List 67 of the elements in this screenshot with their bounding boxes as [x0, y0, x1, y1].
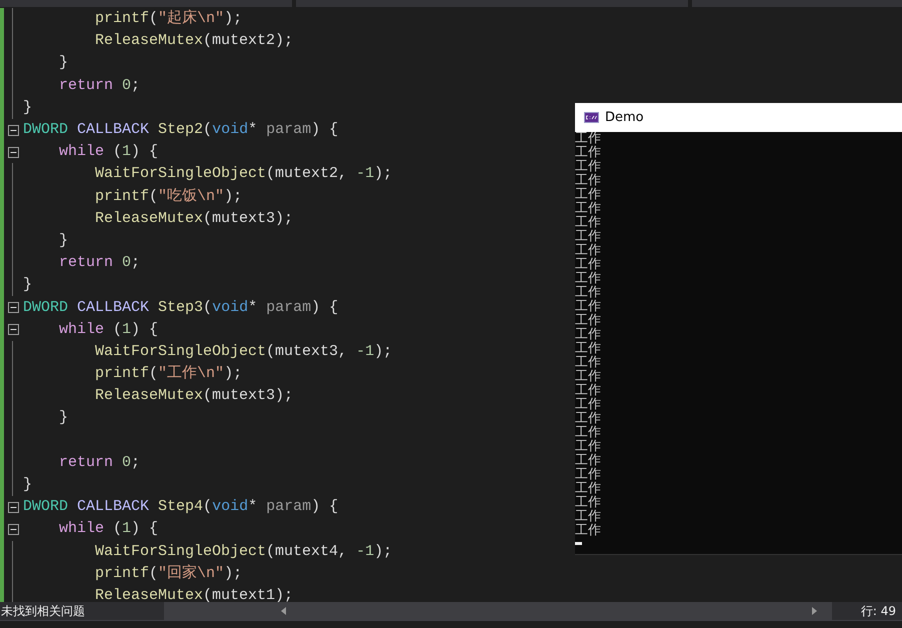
- console-line: 工作: [575, 454, 602, 468]
- code-line: WaitForSingleObject(mutext3, -1);: [94, 342, 392, 362]
- horizontal-scrollbar[interactable]: [164, 602, 832, 620]
- code-line: WaitForSingleObject(mutext4, -1);: [94, 542, 392, 562]
- code-line: ReleaseMutex(mutext1);: [94, 586, 294, 602]
- console-line: 工作: [575, 524, 602, 538]
- console-line: 工作: [575, 342, 602, 356]
- code-line: }: [58, 53, 68, 74]
- status-message: 未找到相关问题: [0, 602, 86, 620]
- console-line: 工作: [575, 286, 602, 300]
- code-line: }: [58, 408, 68, 428]
- collapse-icon[interactable]: [8, 524, 19, 535]
- code-line: while (1) {: [58, 519, 158, 540]
- code-line: while (1) {: [58, 320, 158, 340]
- code-line: DWORD CALLBACK Step3(void* param) {: [23, 298, 338, 318]
- code-line: printf("吃饭\n");: [94, 186, 242, 207]
- console-icon: [584, 112, 599, 123]
- console-line: 工作: [575, 272, 602, 286]
- console-line: 工作: [575, 230, 602, 244]
- code-line: ReleaseMutex(mutext3);: [94, 208, 294, 229]
- console-line: 工作: [575, 440, 602, 454]
- console-line: 工作: [575, 258, 602, 272]
- console-line: 工作: [575, 314, 602, 328]
- console-line: 工作: [575, 356, 602, 370]
- collapse-icon[interactable]: [8, 124, 19, 136]
- code-line: }: [23, 275, 32, 296]
- code-line: while (1) {: [58, 142, 158, 162]
- console-line: 工作: [575, 216, 602, 230]
- console-line: 工作: [575, 244, 602, 258]
- console-line: 工作: [575, 202, 602, 216]
- console-line: 工作: [575, 384, 602, 398]
- console-line: 工作: [575, 300, 602, 314]
- code-line: return 0;: [58, 253, 140, 274]
- code-line: }: [23, 475, 32, 496]
- code-line: return 0;: [58, 76, 140, 96]
- code-line: ReleaseMutex(mutext2);: [94, 31, 294, 52]
- console-line: 工作: [575, 160, 602, 174]
- code-line: DWORD CALLBACK Step4(void* param) {: [23, 497, 338, 518]
- code-line: printf("起床\n");: [94, 8, 242, 30]
- collapse-icon[interactable]: [8, 146, 19, 158]
- console-line: 工作: [575, 328, 602, 342]
- code-line: ReleaseMutex(mutext3);: [94, 386, 294, 406]
- console-line: 工作: [575, 132, 602, 146]
- console-line: 工作: [575, 174, 602, 188]
- collapse-icon[interactable]: [8, 502, 19, 513]
- line-number-indicator: 行: 49: [860, 602, 897, 620]
- code-line: }: [23, 98, 32, 118]
- text-cursor: [575, 542, 582, 545]
- collapse-icon[interactable]: [8, 324, 19, 336]
- code-line: printf("工作\n");: [94, 364, 242, 384]
- console-line: 工作: [575, 370, 602, 384]
- collapse-icon[interactable]: [8, 302, 19, 314]
- console-line: 工作: [575, 496, 602, 510]
- console-line: 工作: [575, 412, 602, 426]
- console-line: 工作: [575, 482, 602, 496]
- code-line: DWORD CALLBACK Step2(void* param) {: [23, 120, 338, 140]
- code-line: printf("回家\n");: [94, 563, 242, 584]
- console-line: 工作: [575, 146, 602, 160]
- code-line: return 0;: [58, 452, 140, 473]
- code-line: }: [58, 230, 68, 251]
- console-line: 工作: [575, 398, 602, 412]
- code-line: WaitForSingleObject(mutext2, -1);: [94, 164, 392, 184]
- console-line: 工作: [575, 188, 602, 202]
- console-line: 工作: [575, 468, 602, 482]
- console-title: Demo: [605, 110, 644, 125]
- console-line: 工作: [575, 510, 602, 524]
- console-line: 工作: [575, 426, 602, 440]
